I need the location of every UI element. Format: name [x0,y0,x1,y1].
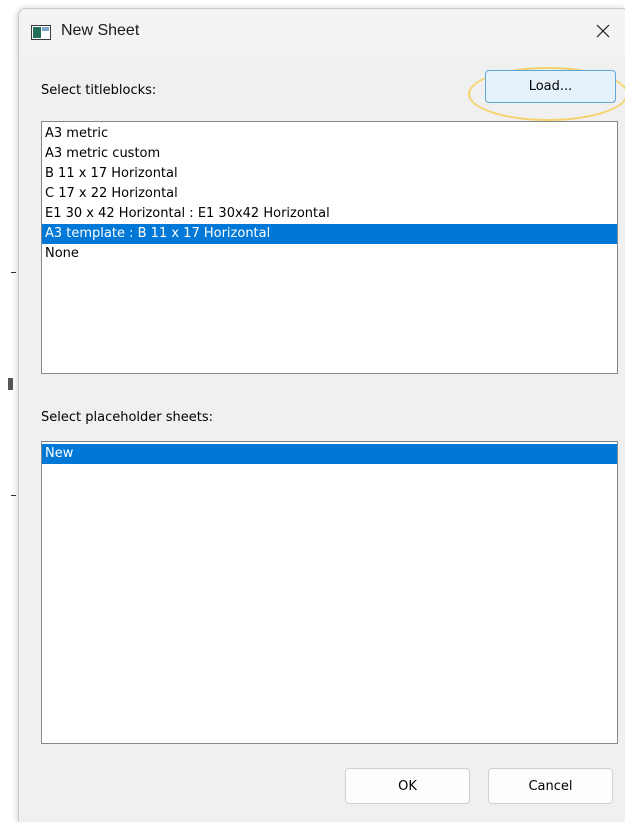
titleblock-item-selected[interactable]: A3 template : B 11 x 17 Horizontal [42,224,617,244]
close-icon [596,23,610,42]
background-tick [11,272,16,273]
background-window [0,0,18,821]
titleblock-item[interactable]: E1 30 x 42 Horizontal : E1 30x42 Horizon… [42,204,617,224]
placeholder-sheets-list[interactable]: New [41,441,618,744]
titleblock-item[interactable]: None [42,244,617,264]
window-icon [31,25,51,40]
dialog-title: New Sheet [61,22,140,39]
cancel-button[interactable]: Cancel [488,768,613,804]
title-bar[interactable]: New Sheet [19,9,625,55]
titleblock-item[interactable]: A3 metric custom [42,144,617,164]
background-tick [11,495,16,496]
new-sheet-dialog: New Sheet Select titleblocks: Load... A3… [18,8,625,822]
titleblock-item[interactable]: C 17 x 22 Horizontal [42,184,617,204]
titleblock-item[interactable]: A3 metric [42,124,617,144]
background-tick [8,378,13,390]
placeholders-label: Select placeholder sheets: [41,410,214,425]
close-button[interactable] [580,9,625,55]
titleblocks-list[interactable]: A3 metric A3 metric custom B 11 x 17 Hor… [41,121,618,374]
load-button[interactable]: Load... [485,70,616,103]
ok-button[interactable]: OK [345,768,470,804]
titleblock-item[interactable]: B 11 x 17 Horizontal [42,164,617,184]
titleblocks-label: Select titleblocks: [41,83,157,98]
placeholder-item-selected[interactable]: New [42,444,617,464]
